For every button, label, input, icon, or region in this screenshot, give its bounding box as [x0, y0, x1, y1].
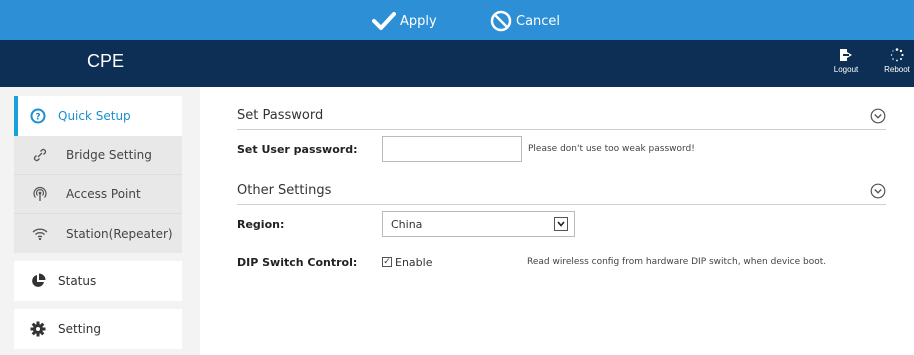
quick-setup-submenu: Bridge Setting Access Point Station(Repe…: [14, 136, 182, 253]
svg-text:?: ?: [35, 113, 40, 123]
dip-switch-row: DIP Switch Control: ✓ Enable Read wirele…: [237, 254, 826, 270]
region-label: Region:: [237, 217, 285, 231]
region-value: China: [391, 217, 423, 231]
reboot-icon: [890, 48, 904, 62]
sidebar-item-label: Access Point: [66, 187, 141, 201]
sidebar-item-label: Setting: [58, 322, 101, 336]
set-password-section-header: Set Password: [237, 102, 886, 130]
user-password-row: Set User password: Please don't use too …: [237, 136, 695, 162]
chevron-down-icon[interactable]: [870, 183, 886, 199]
brand-title: CPE: [87, 51, 125, 71]
apply-label: Apply: [400, 13, 437, 29]
region-row: Region: China: [237, 211, 575, 237]
sidebar-item-status[interactable]: Status: [14, 261, 182, 301]
access-point-icon: [14, 186, 66, 202]
logout-label: Logout: [833, 65, 859, 74]
sidebar-item-label: Status: [58, 274, 97, 288]
sidebar-item-label: Bridge Setting: [66, 148, 152, 162]
header: CPE Logout Reboot: [0, 40, 914, 87]
section-title: Other Settings: [237, 183, 332, 198]
sidebar-item-access-point[interactable]: Access Point: [14, 175, 182, 214]
password-hint: Please don't use too weak password!: [528, 144, 695, 154]
reboot-button[interactable]: Reboot: [877, 48, 914, 74]
section-title: Set Password: [237, 108, 324, 123]
dip-enable-checkbox[interactable]: ✓ Enable: [382, 256, 432, 269]
logout-icon: [840, 49, 852, 61]
wifi-icon: [14, 227, 66, 241]
sidebar-item-station-repeater[interactable]: Station(Repeater): [14, 214, 182, 253]
sidebar-item-label: Quick Setup: [58, 109, 131, 123]
logout-button[interactable]: Logout: [826, 48, 866, 74]
sidebar-item-setting[interactable]: Setting: [14, 309, 182, 349]
cancel-button[interactable]: Cancel: [490, 9, 560, 33]
dip-switch-label: DIP Switch Control:: [237, 255, 358, 269]
region-select[interactable]: China: [382, 211, 575, 237]
apply-button[interactable]: Apply: [372, 9, 437, 33]
reboot-label: Reboot: [884, 65, 910, 74]
action-bar: Apply Cancel: [0, 0, 914, 40]
dip-hint: Read wireless config from hardware DIP s…: [527, 257, 827, 267]
cancel-label: Cancel: [516, 13, 561, 29]
gear-icon: [18, 321, 58, 337]
other-settings-section-header: Other Settings: [237, 177, 886, 205]
dropdown-arrow-icon[interactable]: [554, 217, 568, 231]
pie-chart-icon: [18, 273, 58, 289]
user-password-label: Set User password:: [237, 142, 358, 156]
sidebar: ? Quick Setup Bridge Setting Access Poin…: [14, 96, 182, 349]
cancel-icon: [490, 10, 512, 32]
main-panel: Set Password Set User password: Please d…: [200, 87, 914, 355]
checkmark-icon: [372, 12, 396, 30]
chevron-down-icon[interactable]: [870, 108, 886, 124]
sidebar-item-label: Station(Repeater): [66, 226, 173, 241]
sidebar-item-bridge-setting[interactable]: Bridge Setting: [14, 136, 182, 175]
user-password-input[interactable]: [382, 136, 522, 162]
sidebar-item-quick-setup[interactable]: ? Quick Setup: [14, 96, 182, 136]
link-icon: [14, 147, 66, 163]
help-icon: ?: [18, 108, 58, 124]
checkbox-checked-icon[interactable]: ✓: [382, 257, 392, 267]
dip-enable-label: Enable: [395, 255, 433, 269]
